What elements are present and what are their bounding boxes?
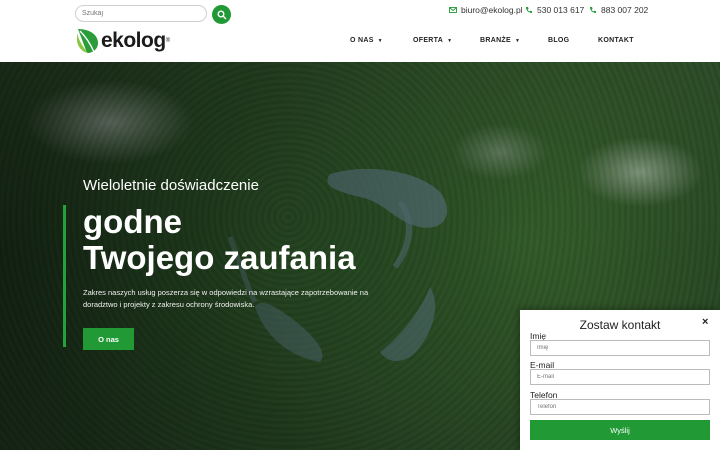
email-field[interactable] [530,369,710,385]
nav-item-o-nas[interactable]: O NAS ▼ [350,37,383,44]
o-nas-button[interactable]: O nas [83,328,134,350]
phone-icon [526,7,532,13]
hero-title-line-2: Twojego zaufania [83,239,356,276]
hero-subtitle: Wieloletnie doświadczenie [83,177,259,194]
nav-label: O NAS [350,37,374,44]
nav-item-branze[interactable]: BRANŻE ▼ [480,37,520,44]
leaf-logo-icon [77,29,98,53]
email-link[interactable]: biuro@ekolog.pl [449,5,523,15]
hero-title-line-1: godne [83,203,182,240]
nav-item-kontakt[interactable]: KONTAKT [598,37,634,44]
nav-label: KONTAKT [598,37,634,44]
phone-link-1[interactable]: 530 013 617 [525,5,584,15]
phone-icon [590,7,596,13]
nav-label: BLOG [548,37,570,44]
caret-down-icon: ▼ [514,37,521,44]
phone-link-2[interactable]: 883 007 202 [589,5,648,15]
nav-item-oferta[interactable]: OFERTA ▼ [413,37,452,44]
panel-title: Zostaw kontakt [579,318,661,332]
phone-field[interactable] [530,399,710,415]
phone-text-1: 530 013 617 [537,5,585,15]
phone-text-2: 883 007 202 [601,5,649,15]
submit-button[interactable]: Wyślij [530,420,710,440]
search-icon [217,10,227,20]
caret-down-icon: ▼ [447,37,453,44]
logo-registered: ® [165,38,171,44]
accent-bar [63,205,66,347]
header: ekolog ® biuro@ekolog.pl 530 013 617 883… [0,0,720,62]
search-button[interactable] [212,5,231,24]
logo-text: ekolog [101,29,166,52]
name-field[interactable] [530,340,710,356]
nav-item-blog[interactable]: BLOG [548,37,569,44]
mail-icon [449,7,457,13]
nav-label: BRANŻE [480,37,511,44]
nav-label: OFERTA [413,37,444,44]
close-icon[interactable]: × [702,316,708,328]
hero-description: Zakres naszych usług poszerza się w odpo… [83,288,369,309]
logo[interactable]: ekolog ® [76,27,170,55]
search-input[interactable] [75,5,207,22]
hero-title: godne Twojego zaufania [83,204,356,276]
email-text: biuro@ekolog.pl [461,5,523,15]
contact-panel: Zostaw kontakt × Imię E-mail Telefon Wyś… [520,310,720,450]
caret-down-icon: ▼ [377,37,383,44]
